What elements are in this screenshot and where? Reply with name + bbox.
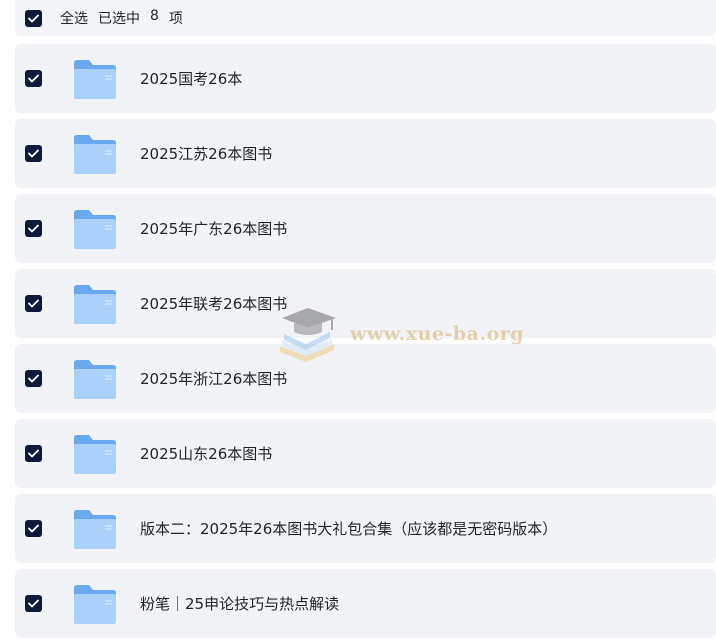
selection-summary: 全选 已选中 8 项 xyxy=(60,8,183,28)
folder-icon[interactable] xyxy=(72,358,118,400)
folder-name[interactable]: 版本二：2025年26本图书大礼包合集（应该都是无密码版本） xyxy=(140,518,557,539)
folder-icon[interactable] xyxy=(72,583,118,625)
folder-name[interactable]: 2025山东26本图书 xyxy=(140,443,272,464)
folder-icon[interactable] xyxy=(72,133,118,175)
folder-row[interactable]: 2025国考26本 xyxy=(15,44,716,113)
check-icon xyxy=(28,524,39,533)
check-icon xyxy=(28,149,39,158)
folder-row[interactable]: 粉笔｜25申论技巧与热点解读 xyxy=(15,569,716,638)
folder-icon[interactable] xyxy=(72,433,118,475)
selected-prefix: 已选中 xyxy=(98,11,140,27)
row-checkbox[interactable] xyxy=(25,370,42,387)
folder-name[interactable]: 2025年广东26本图书 xyxy=(140,218,287,239)
file-selection-page: 全选 已选中 8 项 2025国考26本 2025江苏26本图书 2025年广东… xyxy=(0,0,716,641)
folder-icon[interactable] xyxy=(72,58,118,100)
graduation-cap-book-logo xyxy=(280,308,336,362)
row-checkbox[interactable] xyxy=(25,445,42,462)
row-checkbox[interactable] xyxy=(25,595,42,612)
row-checkbox[interactable] xyxy=(25,520,42,537)
row-checkbox[interactable] xyxy=(25,145,42,162)
folder-name[interactable]: 2025江苏26本图书 xyxy=(140,143,272,164)
watermark: www.xue-ba.org xyxy=(276,306,524,362)
check-icon xyxy=(28,374,39,383)
check-icon xyxy=(28,74,39,83)
folder-name[interactable]: 2025年联考26本图书 xyxy=(140,293,287,314)
selection-header: 全选 已选中 8 项 xyxy=(15,0,716,36)
check-icon xyxy=(28,224,39,233)
select-all-checkbox[interactable] xyxy=(25,9,42,27)
selected-count: 8 xyxy=(150,8,159,24)
row-checkbox[interactable] xyxy=(25,220,42,237)
folder-row[interactable]: 2025年广东26本图书 xyxy=(15,194,716,263)
folder-name[interactable]: 2025年浙江26本图书 xyxy=(140,368,287,389)
watermark-text: www.xue-ba.org xyxy=(350,323,525,345)
check-icon xyxy=(28,449,39,458)
folder-row[interactable]: 2025山东26本图书 xyxy=(15,419,716,488)
folder-name[interactable]: 2025国考26本 xyxy=(140,68,242,89)
select-all-label[interactable]: 全选 xyxy=(60,8,88,28)
selected-suffix: 项 xyxy=(168,11,183,27)
folder-name[interactable]: 粉笔｜25申论技巧与热点解读 xyxy=(140,593,339,614)
check-icon xyxy=(28,14,39,22)
row-checkbox[interactable] xyxy=(25,295,42,312)
check-icon xyxy=(28,299,39,308)
folder-icon[interactable] xyxy=(72,283,118,325)
check-icon xyxy=(28,599,39,608)
row-checkbox[interactable] xyxy=(25,70,42,87)
folder-icon[interactable] xyxy=(72,508,118,550)
folder-row[interactable]: 版本二：2025年26本图书大礼包合集（应该都是无密码版本） xyxy=(15,494,716,563)
folder-icon[interactable] xyxy=(72,208,118,250)
folder-row[interactable]: 2025江苏26本图书 xyxy=(15,119,716,188)
